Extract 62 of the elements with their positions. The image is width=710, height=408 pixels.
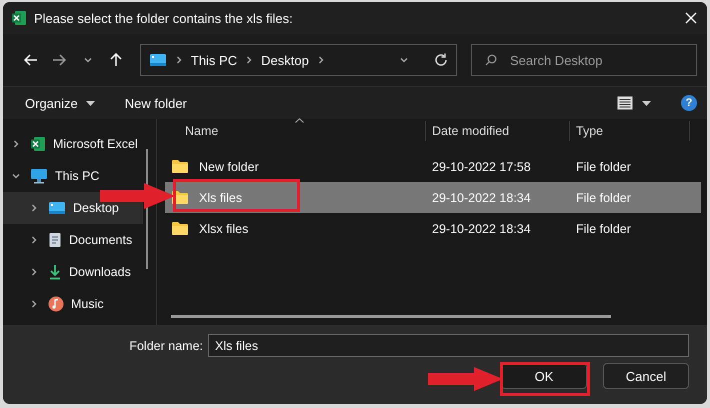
sort-caret-icon <box>295 118 304 123</box>
window-title: Please select the folder contains the xls files: <box>34 10 294 26</box>
location-desktop-icon <box>148 53 167 67</box>
folder-icon <box>171 221 189 236</box>
breadcrumb-item[interactable]: Desktop <box>261 52 309 68</box>
expand-chevron-icon[interactable] <box>11 139 21 149</box>
sidebar-item[interactable]: Desktop <box>3 192 143 224</box>
folder-name-field[interactable]: Xls files <box>208 334 689 357</box>
download-icon <box>48 264 62 280</box>
back-arrow-icon[interactable] <box>24 54 38 66</box>
refresh-icon[interactable] <box>434 53 448 67</box>
type-cell-text: File folder <box>575 190 632 204</box>
spreadsheet-app-icon <box>11 10 27 26</box>
search-icon <box>485 54 497 66</box>
address-dropdown-icon[interactable] <box>399 55 409 65</box>
sidebar-item[interactable]: Microsoft Excel <box>3 128 143 160</box>
folder-name-label: Folder name: <box>129 338 203 352</box>
desktop-icon <box>48 201 66 215</box>
date-modified-cell-text: 29-10-2022 18:34 <box>431 222 532 236</box>
caret-icon[interactable] <box>642 100 651 106</box>
column-header[interactable]: Type <box>569 121 689 141</box>
file-row[interactable]: New folder 29-10-2022 17:58 File folder <box>165 151 701 182</box>
help-icon[interactable]: ? <box>681 95 697 111</box>
expand-chevron-icon[interactable] <box>29 299 39 309</box>
file-name: New folder <box>198 160 259 174</box>
expand-chevron-icon[interactable] <box>29 235 39 245</box>
forward-arrow-icon[interactable] <box>52 54 66 66</box>
ok-button[interactable]: OK <box>501 363 587 389</box>
sidebar-item[interactable]: Downloads <box>3 256 143 288</box>
up-arrow-icon[interactable] <box>110 53 122 67</box>
expand-chevron-icon[interactable] <box>11 171 21 181</box>
sidebar-item[interactable]: Music <box>3 288 143 320</box>
sidebar-item[interactable]: Documents <box>3 224 143 256</box>
music-icon <box>48 296 64 312</box>
date-modified-cell-text: 29-10-2022 17:58 <box>431 160 532 174</box>
breadcrumb-item[interactable]: This PC <box>190 52 238 68</box>
expand-chevron-icon[interactable] <box>29 267 39 277</box>
file-row[interactable]: Xls files 29-10-2022 18:34 File folder <box>165 182 701 213</box>
file-row[interactable]: Xlsx files 29-10-2022 18:34 File folder <box>165 213 701 244</box>
recent-locations-chevron-icon[interactable] <box>82 55 93 65</box>
column-header[interactable]: Name <box>165 121 425 141</box>
monitor-icon <box>30 168 48 184</box>
organize-menu-button[interactable]: Organize <box>22 92 98 114</box>
caret-icon <box>86 100 95 106</box>
file-name: Xls files <box>198 190 242 204</box>
file-name: Xlsx files <box>198 222 248 236</box>
view-list-icon[interactable] <box>617 96 633 110</box>
sidebar-item[interactable]: This PC <box>3 160 143 192</box>
column-header[interactable]: Date modified <box>425 121 569 141</box>
folder-icon <box>171 159 189 174</box>
type-cell-text: File folder <box>575 160 632 174</box>
horizontal-scrollbar-thumb[interactable] <box>171 315 611 318</box>
spreadsheet-app-icon <box>30 136 46 152</box>
document-icon <box>48 232 62 248</box>
type-cell-text: File folder <box>575 222 632 236</box>
toolbar-button[interactable]: New folder <box>122 92 190 114</box>
date-modified-cell-text: 29-10-2022 18:34 <box>431 190 532 204</box>
cancel-button[interactable]: Cancel <box>603 363 689 389</box>
expand-chevron-icon[interactable] <box>29 203 39 213</box>
close-icon[interactable] <box>685 12 697 24</box>
address-bar[interactable]: This PC Desktop <box>140 44 457 76</box>
search-field[interactable]: Search Desktop <box>471 44 697 76</box>
